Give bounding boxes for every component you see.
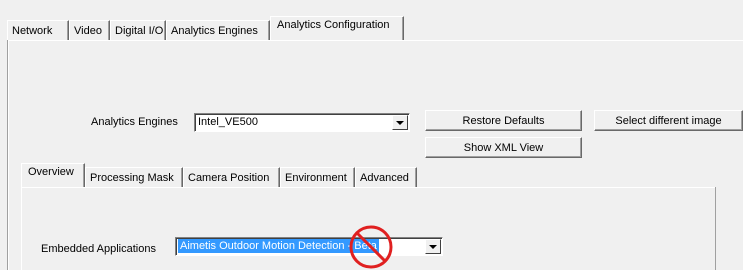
tab-video[interactable]: Video	[69, 20, 110, 40]
sub-tab-strip: Overview Processing Mask Camera Position…	[21, 163, 417, 187]
tab-processing-mask[interactable]: Processing Mask	[85, 167, 183, 187]
tab-analytics-configuration[interactable]: Analytics Configuration	[270, 16, 404, 40]
analytics-engines-label: Analytics Engines	[91, 116, 178, 128]
main-panel-left-highlight	[8, 40, 9, 270]
embedded-applications-select[interactable]: Aimetis Outdoor Motion Detection - Beta	[175, 237, 443, 256]
main-panel-border	[7, 40, 743, 41]
tab-overview[interactable]: Overview	[21, 163, 85, 187]
analytics-engines-select[interactable]: Intel_VE500	[194, 113, 410, 132]
prohibited-icon	[349, 225, 393, 269]
sub-panel-border	[21, 187, 716, 188]
select-different-image-button[interactable]: Select different image	[594, 110, 743, 131]
sub-panel-left-border	[21, 187, 22, 270]
chevron-down-icon[interactable]	[392, 115, 408, 130]
main-tab-strip: Network Video Digital I/O Analytics Engi…	[7, 16, 404, 40]
tab-network[interactable]: Network	[7, 20, 69, 40]
analytics-engines-value: Intel_VE500	[198, 116, 258, 128]
tab-digital-io[interactable]: Digital I/O	[110, 20, 166, 40]
embedded-applications-label: Embedded Applications	[41, 243, 156, 255]
restore-defaults-button[interactable]: Restore Defaults	[425, 110, 582, 131]
sub-panel-right-border	[715, 187, 716, 270]
tab-camera-position[interactable]: Camera Position	[183, 167, 280, 187]
show-xml-view-button[interactable]: Show XML View	[425, 137, 582, 158]
tab-advanced[interactable]: Advanced	[355, 167, 417, 187]
tab-analytics-engines[interactable]: Analytics Engines	[166, 20, 270, 40]
chevron-down-icon[interactable]	[425, 239, 441, 254]
tab-environment[interactable]: Environment	[280, 167, 355, 187]
